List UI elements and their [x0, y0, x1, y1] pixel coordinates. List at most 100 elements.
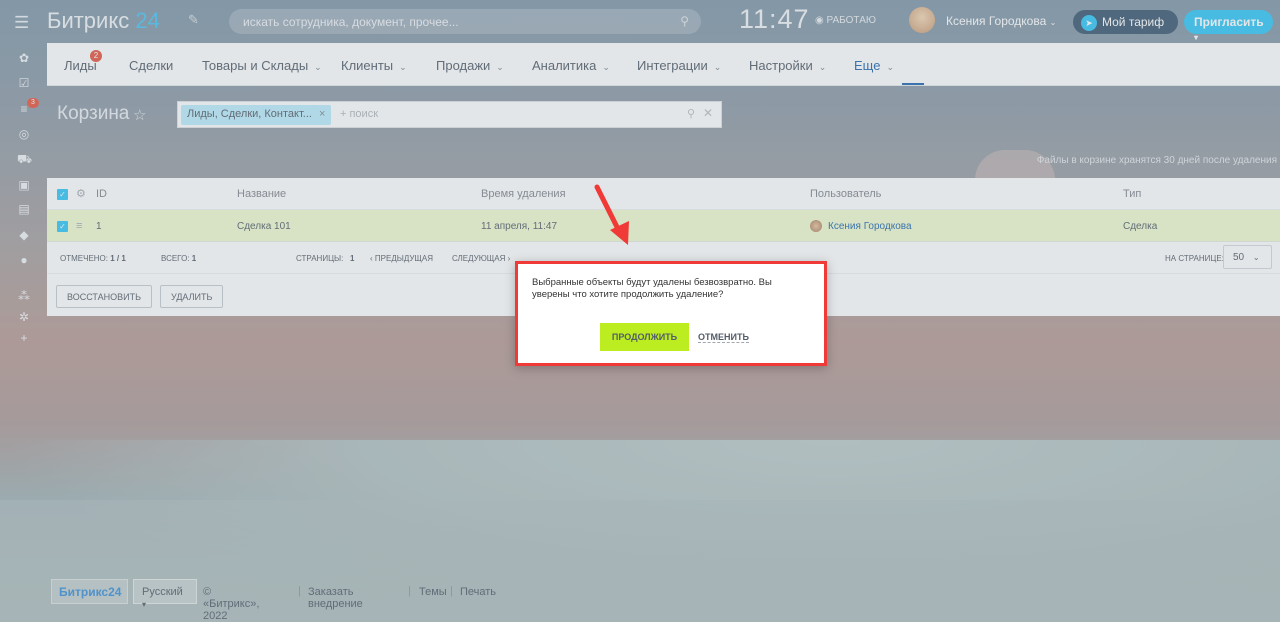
select-all-checkbox[interactable]: ✓: [57, 189, 68, 200]
separator: |: [450, 585, 453, 597]
annotation-arrow-icon: [594, 184, 629, 245]
tab-clients[interactable]: Клиенты ⌄: [341, 58, 407, 73]
puzzle-icon[interactable]: ✿: [17, 51, 31, 65]
sitemap-icon[interactable]: ⁂: [17, 289, 31, 303]
tariff-label: Мой тариф: [1102, 15, 1165, 30]
tab-settings[interactable]: Настройки ⌄: [749, 58, 826, 73]
language-select[interactable]: Русский ▾: [133, 579, 197, 609]
search-icon[interactable]: ⚲: [680, 14, 689, 28]
close-icon[interactable]: ×: [319, 108, 325, 120]
tab-products-warehouses[interactable]: Товары и Склады ⌄: [202, 58, 322, 73]
footer-link-themes[interactable]: Темы: [419, 586, 447, 598]
retention-note: Файлы в корзине хранятся 30 дней после у…: [1036, 155, 1277, 166]
per-page-value: 50: [1233, 252, 1245, 263]
column-header-deleted-time[interactable]: Время удаления: [481, 188, 566, 200]
hamburger-menu-icon[interactable]: ☰: [14, 13, 29, 33]
leads-badge: 2: [90, 50, 102, 62]
next-page-link[interactable]: СЛЕДУЮЩАЯ ›: [452, 254, 510, 263]
box-icon[interactable]: ◆: [17, 228, 31, 242]
grid-header: ✓ ⚙ ID Название Время удаления Пользоват…: [47, 178, 1280, 210]
avatar[interactable]: [909, 7, 935, 33]
tab-label: Интеграции: [637, 58, 708, 73]
total-label: ВСЕГО:: [161, 254, 190, 263]
cart-icon[interactable]: ⛟: [17, 152, 32, 166]
continue-button[interactable]: ПРОДОЛЖИТЬ: [600, 323, 689, 351]
work-status[interactable]: ◉ РАБОТАЮ: [815, 15, 876, 26]
search-placeholder: искать сотрудника, документ, прочее...: [243, 15, 459, 29]
footer-link-implementation[interactable]: Заказать внедрение: [308, 586, 363, 610]
selected-value: 1 / 1: [110, 254, 126, 263]
delete-button[interactable]: УДАЛИТЬ: [160, 285, 224, 308]
work-status-label: РАБОТАЮ: [826, 15, 876, 26]
settings-gear-icon[interactable]: ✲: [17, 310, 31, 324]
tab-sales[interactable]: Продажи ⌄: [436, 58, 504, 73]
row-menu-icon[interactable]: ≡: [76, 220, 82, 232]
search-icon[interactable]: ⚲: [687, 107, 695, 120]
chat-icon[interactable]: ●: [17, 253, 31, 267]
filter-tag[interactable]: Лиды, Сделки, Контакт... ×: [181, 105, 332, 125]
page-title: Корзина: [57, 103, 130, 124]
selected-label: ОТМЕЧЕНО:: [60, 254, 108, 263]
invite-label: Пригласить: [1194, 15, 1264, 29]
invite-button[interactable]: Пригласить ▾: [1184, 10, 1273, 42]
clock: 11:47: [739, 4, 810, 34]
tariff-button[interactable]: ➤ Мой тариф: [1073, 10, 1178, 34]
cell-user-link[interactable]: Ксения Городкова: [828, 221, 912, 232]
tab-label: Сделки: [129, 58, 174, 73]
user-name: Ксения Городкова: [946, 14, 1047, 28]
chevron-down-icon: ⌄: [1252, 253, 1260, 262]
clear-icon[interactable]: ✕: [703, 106, 713, 120]
chevron-down-icon: ⌄: [886, 62, 894, 72]
per-page-label: НА СТРАНИЦЕ:: [1165, 254, 1224, 263]
user-avatar: [810, 220, 822, 232]
contact-card-icon[interactable]: ▣: [17, 178, 31, 192]
chevron-down-icon: ⌄: [713, 62, 722, 72]
tab-deals[interactable]: Сделки: [129, 58, 173, 73]
cell-id: 1: [96, 221, 102, 232]
footer-link-print[interactable]: Печать: [460, 586, 496, 598]
plus-icon[interactable]: +: [17, 331, 31, 345]
pencil-icon[interactable]: ✎: [188, 12, 199, 28]
pages-value: 1: [349, 254, 355, 263]
tab-analytics[interactable]: Аналитика ⌄: [532, 58, 610, 73]
prev-page-link[interactable]: ‹ ПРЕДЫДУЩАЯ: [370, 254, 433, 263]
tab-label: Клиенты: [341, 58, 394, 73]
prev-label: ПРЕДЫДУЩАЯ: [374, 254, 434, 263]
global-search-input[interactable]: искать сотрудника, документ, прочее... ⚲: [229, 9, 701, 34]
user-menu[interactable]: Ксения Городкова ⌄: [946, 14, 1056, 28]
column-header-id[interactable]: ID: [96, 188, 107, 200]
sidebar-badge: 3: [27, 98, 39, 108]
column-header-type[interactable]: Тип: [1123, 188, 1141, 200]
chevron-down-icon: ⌄: [399, 62, 407, 72]
per-page-select[interactable]: 50 ⌄: [1223, 245, 1272, 269]
filter-placeholder: + поиск: [340, 108, 379, 120]
restore-button[interactable]: ВОССТАНОВИТЬ: [56, 285, 152, 308]
crm-nav: Лиды 2 Сделки Товары и Склады ⌄ Клиенты ⌄ …: [47, 43, 1280, 86]
filter-search[interactable]: Лиды, Сделки, Контакт... × + поиск ⚲ ✕: [177, 101, 722, 128]
left-sidebar: ✿ ☑ ≡ ◎ ⛟ ▣ ▤ ◆ ● ⁂ ✲ +: [0, 42, 47, 352]
tasks-icon[interactable]: ☑: [17, 76, 31, 90]
column-header-name[interactable]: Название: [237, 188, 286, 200]
footer-logo[interactable]: Битрикс24: [51, 579, 128, 604]
selected-count: ОТМЕЧЕНО: 1 / 1: [60, 254, 126, 263]
gear-icon[interactable]: ⚙: [76, 187, 86, 200]
rocket-icon: ➤: [1081, 15, 1097, 31]
chevron-down-icon: ▾: [142, 600, 147, 609]
chevron-down-icon: ⌄: [818, 62, 827, 72]
tab-integrations[interactable]: Интеграции ⌄: [637, 58, 721, 73]
row-checkbox[interactable]: ✓: [57, 221, 68, 232]
active-tab-indicator: [902, 83, 924, 85]
tab-more[interactable]: Еще ⌄: [854, 58, 894, 73]
star-icon[interactable]: ☆: [133, 106, 146, 124]
total-value: 1: [191, 254, 197, 263]
top-header: ☰ Битрикс 24 ✎ искать сотрудника, докуме…: [0, 0, 1280, 42]
column-header-user[interactable]: Пользователь: [810, 188, 881, 200]
target-icon[interactable]: ◎: [17, 127, 31, 141]
robot-icon[interactable]: ▤: [17, 202, 31, 216]
cancel-button[interactable]: ОТМЕНИТЬ: [698, 332, 749, 343]
tab-label: Товары и Склады: [202, 58, 309, 73]
filter-tag-label: Лиды, Сделки, Контакт...: [187, 108, 312, 120]
chevron-down-icon: ⌄: [314, 62, 322, 72]
table-row[interactable]: ✓ ≡ 1 Сделка 101 11 апреля, 11:47 Ксения…: [47, 210, 1280, 242]
logo[interactable]: Битрикс 24: [47, 8, 160, 34]
